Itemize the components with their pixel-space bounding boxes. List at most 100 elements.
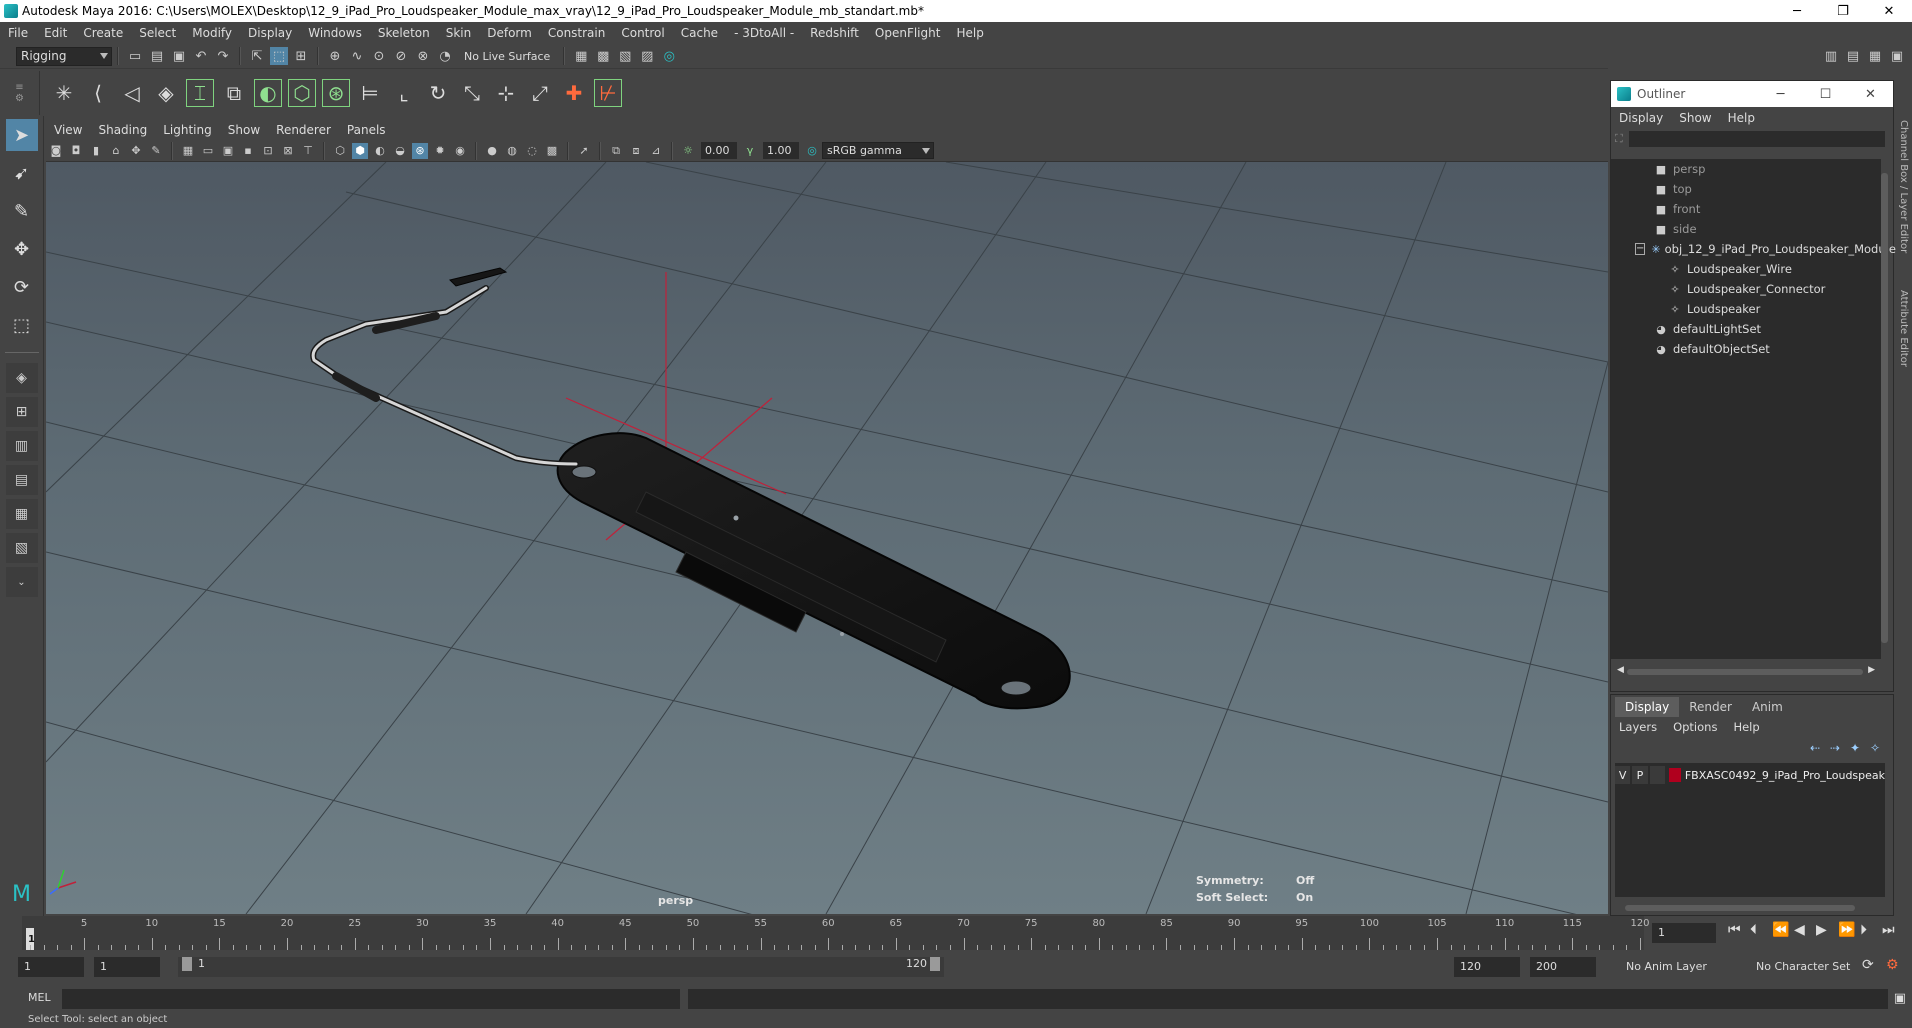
- menu-display[interactable]: Display: [240, 26, 300, 40]
- shelf-menu-icon[interactable]: ≡ ⚙: [0, 70, 40, 115]
- outliner-item[interactable]: ✧ Loudspeaker_Connector: [1611, 279, 1881, 299]
- step-forward-key-icon[interactable]: ⏩: [1838, 922, 1855, 938]
- new-layer-selected-icon[interactable]: ✧: [1865, 741, 1885, 755]
- make-live-icon[interactable]: ◔: [436, 47, 454, 65]
- select-object-icon[interactable]: ⬚: [270, 47, 288, 65]
- move-layer-down-icon[interactable]: ⇢: [1825, 741, 1845, 755]
- preferences-icon[interactable]: ⚙: [1886, 957, 1899, 973]
- image-plane-icon[interactable]: ⌂: [108, 143, 124, 159]
- field-chart-icon[interactable]: ⊡: [260, 143, 276, 159]
- snap-curve-icon[interactable]: ∿: [348, 47, 366, 65]
- move-tool-icon[interactable]: ✥: [6, 233, 38, 265]
- gate-mask-icon[interactable]: ▪: [240, 143, 256, 159]
- outliner-search-input[interactable]: [1628, 131, 1885, 147]
- layer-visibility-toggle[interactable]: V: [1615, 766, 1631, 784]
- layer-menu-help[interactable]: Help: [1725, 720, 1767, 734]
- outliner-close-button[interactable]: ✕: [1848, 81, 1893, 107]
- select-hierarchy-icon[interactable]: ⇱: [248, 47, 266, 65]
- outliner-item[interactable]: ■ top: [1611, 179, 1881, 199]
- menu-redshift[interactable]: Redshift: [802, 26, 867, 40]
- menu-openflight[interactable]: OpenFlight: [867, 26, 949, 40]
- range-bar[interactable]: [178, 957, 944, 977]
- exposure-icon[interactable]: ☼: [680, 143, 696, 159]
- outliner-item[interactable]: ■ side: [1611, 219, 1881, 239]
- range-end-handle[interactable]: [930, 957, 940, 971]
- xray-joints-icon[interactable]: ⧉: [608, 143, 624, 159]
- panel-menu-renderer[interactable]: Renderer: [268, 123, 339, 137]
- go-to-start-icon[interactable]: ⏮: [1728, 922, 1741, 938]
- channel-box-toggle-icon[interactable]: ▣: [1888, 47, 1906, 65]
- point-constraint-icon[interactable]: ⌞: [390, 79, 418, 107]
- scrollbar-thumb[interactable]: [1881, 173, 1888, 643]
- minimize-button[interactable]: ─: [1774, 0, 1820, 22]
- outliner-item[interactable]: ✧ Loudspeaker: [1611, 299, 1881, 319]
- skin-weights-icon[interactable]: ⊬: [594, 78, 622, 107]
- ipr-render-icon[interactable]: ▧: [616, 47, 634, 65]
- backface-culling-icon[interactable]: ⊿: [648, 143, 664, 159]
- color-management-icon[interactable]: ◎: [804, 143, 820, 159]
- bind-skin-icon[interactable]: ⧉: [220, 79, 248, 107]
- tool-settings-toggle-icon[interactable]: ▦: [1866, 47, 1884, 65]
- playback-start-field[interactable]: 1: [94, 957, 160, 977]
- outliner-item[interactable]: − ✳ obj_12_9_iPad_Pro_Loudspeaker_Module: [1611, 239, 1896, 259]
- menu-constrain[interactable]: Constrain: [540, 26, 614, 40]
- depth-of-field-icon[interactable]: ◌: [524, 143, 540, 159]
- render-settings-icon[interactable]: ▨: [638, 47, 656, 65]
- xray-icon[interactable]: ▩: [544, 143, 560, 159]
- smooth-shade-icon[interactable]: ⬢: [352, 142, 368, 159]
- smooth-bind-icon[interactable]: ◐: [254, 78, 282, 107]
- outliner-maximize-button[interactable]: ☐: [1803, 81, 1848, 107]
- hypershade-icon[interactable]: ◎: [660, 47, 678, 65]
- redo-icon[interactable]: ↷: [214, 47, 232, 65]
- layer-color-swatch[interactable]: [1668, 768, 1681, 782]
- character-set-dropdown[interactable]: No Character Set: [1750, 957, 1868, 977]
- scrollbar-thumb[interactable]: [1627, 669, 1863, 675]
- outliner-item[interactable]: ✧ Loudspeaker_Wire: [1611, 259, 1881, 279]
- collapse-icon[interactable]: −: [1635, 243, 1646, 255]
- menu-select[interactable]: Select: [131, 26, 184, 40]
- outliner-item[interactable]: ◕ defaultLightSet: [1611, 319, 1881, 339]
- panel-menu-view[interactable]: View: [46, 123, 90, 137]
- menu-windows[interactable]: Windows: [300, 26, 370, 40]
- modeling-toolkit-icon[interactable]: ▥: [1822, 47, 1840, 65]
- outliner-minimize-button[interactable]: ─: [1758, 81, 1803, 107]
- current-frame-field[interactable]: 1: [1652, 923, 1716, 943]
- tab-attribute-editor[interactable]: Attribute Editor: [1898, 290, 1909, 367]
- menu-edit[interactable]: Edit: [36, 26, 75, 40]
- menu-3dtoall[interactable]: - 3DtoAll -: [726, 26, 802, 40]
- panel-menu-shading[interactable]: Shading: [90, 123, 155, 137]
- animation-end-field[interactable]: 200: [1530, 957, 1596, 977]
- command-input[interactable]: [62, 989, 680, 1009]
- rotate-tool-icon[interactable]: ⟳: [6, 271, 38, 303]
- ik-handle-icon[interactable]: ⟨: [84, 79, 112, 107]
- lasso-tool-icon[interactable]: ➹: [6, 157, 38, 189]
- layer-menu-options[interactable]: Options: [1665, 720, 1725, 734]
- outliner-menu-help[interactable]: Help: [1720, 111, 1763, 125]
- insert-joint-icon[interactable]: ◈: [152, 79, 180, 107]
- outliner-item[interactable]: ◕ defaultObjectSet: [1611, 339, 1881, 359]
- open-scene-icon[interactable]: ▤: [148, 47, 166, 65]
- snap-point-icon[interactable]: ⊙: [370, 47, 388, 65]
- layer-display-type[interactable]: [1649, 766, 1665, 784]
- shadows-icon[interactable]: ✹: [432, 143, 448, 159]
- tab-channel-box[interactable]: Channel Box / Layer Editor: [1898, 120, 1909, 253]
- 3d-viewport[interactable]: persp Symmetry: Off Soft Select: On: [46, 162, 1608, 914]
- textured-icon[interactable]: ◒: [392, 143, 408, 159]
- close-button[interactable]: ✕: [1866, 0, 1912, 22]
- panel-menu-show[interactable]: Show: [220, 123, 268, 137]
- menu-modify[interactable]: Modify: [184, 26, 240, 40]
- persp-outliner-layout-icon[interactable]: ▥: [5, 431, 38, 461]
- wireframe-icon[interactable]: ⬡: [332, 143, 348, 159]
- menu-create[interactable]: Create: [75, 26, 131, 40]
- mode-dropdown[interactable]: Rigging: [16, 46, 112, 66]
- playback-end-field[interactable]: 120: [1454, 957, 1520, 977]
- safe-action-icon[interactable]: ⊠: [280, 143, 296, 159]
- menu-control[interactable]: Control: [613, 26, 672, 40]
- exposure-field[interactable]: 0.00: [701, 142, 737, 159]
- bookmark-icon[interactable]: ▮: [88, 143, 104, 159]
- outliner-menu-display[interactable]: Display: [1611, 111, 1671, 125]
- save-scene-icon[interactable]: ▣: [170, 47, 188, 65]
- panel-menu-panels[interactable]: Panels: [339, 123, 394, 137]
- ik-spline-icon[interactable]: ◁: [118, 79, 146, 107]
- new-layer-icon[interactable]: ✦: [1845, 741, 1865, 755]
